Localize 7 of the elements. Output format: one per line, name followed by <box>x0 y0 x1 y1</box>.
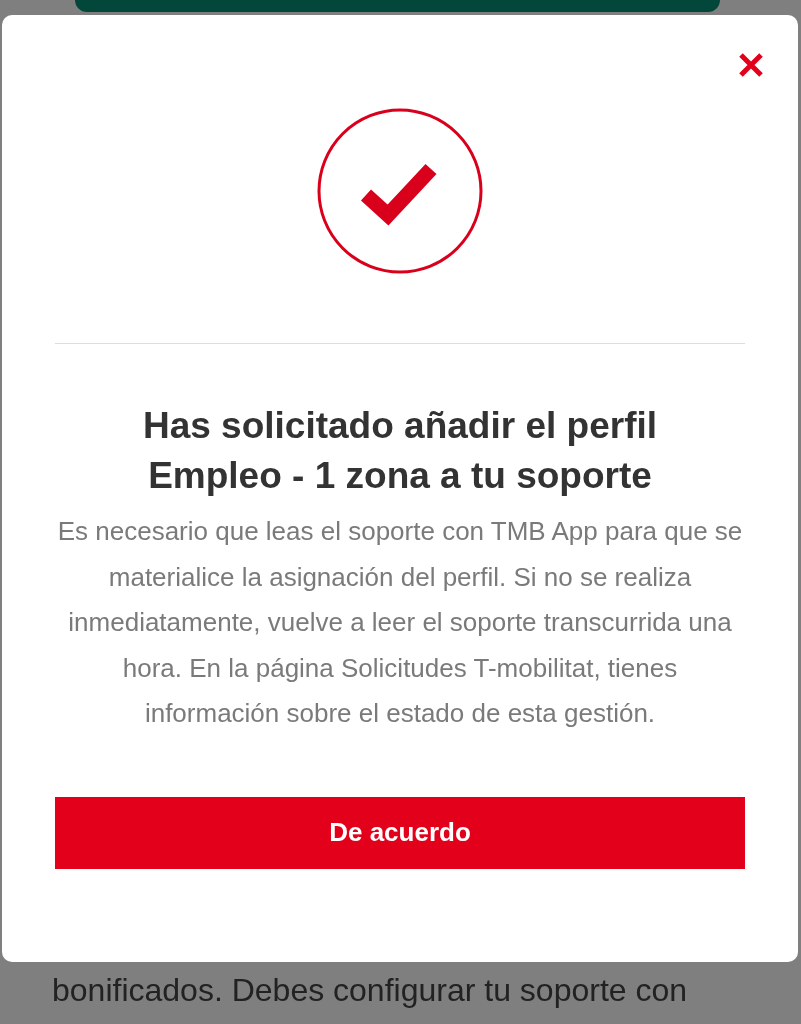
agree-button[interactable]: De acuerdo <box>55 796 745 869</box>
checkmark-circle-icon <box>316 107 484 275</box>
dialog-title: Has solicitado añadir el perfil Empleo - 1 zona a tu soporte <box>141 404 658 498</box>
background-text: bonificados. Debes configurar tu soporte con <box>51 971 689 1010</box>
dialog-message: Es necesario que leas el soporte con TMB App para que se materialice la asignación del perfil. Si no se realiza inmediatamente, vuelve a leer el soporte transcurrida una hora. En la página Solicitudes T-mobilitat, tienes información sobre el estado de esta gestión. <box>56 515 744 730</box>
close-icon <box>738 52 764 78</box>
close-button[interactable] <box>738 52 764 78</box>
